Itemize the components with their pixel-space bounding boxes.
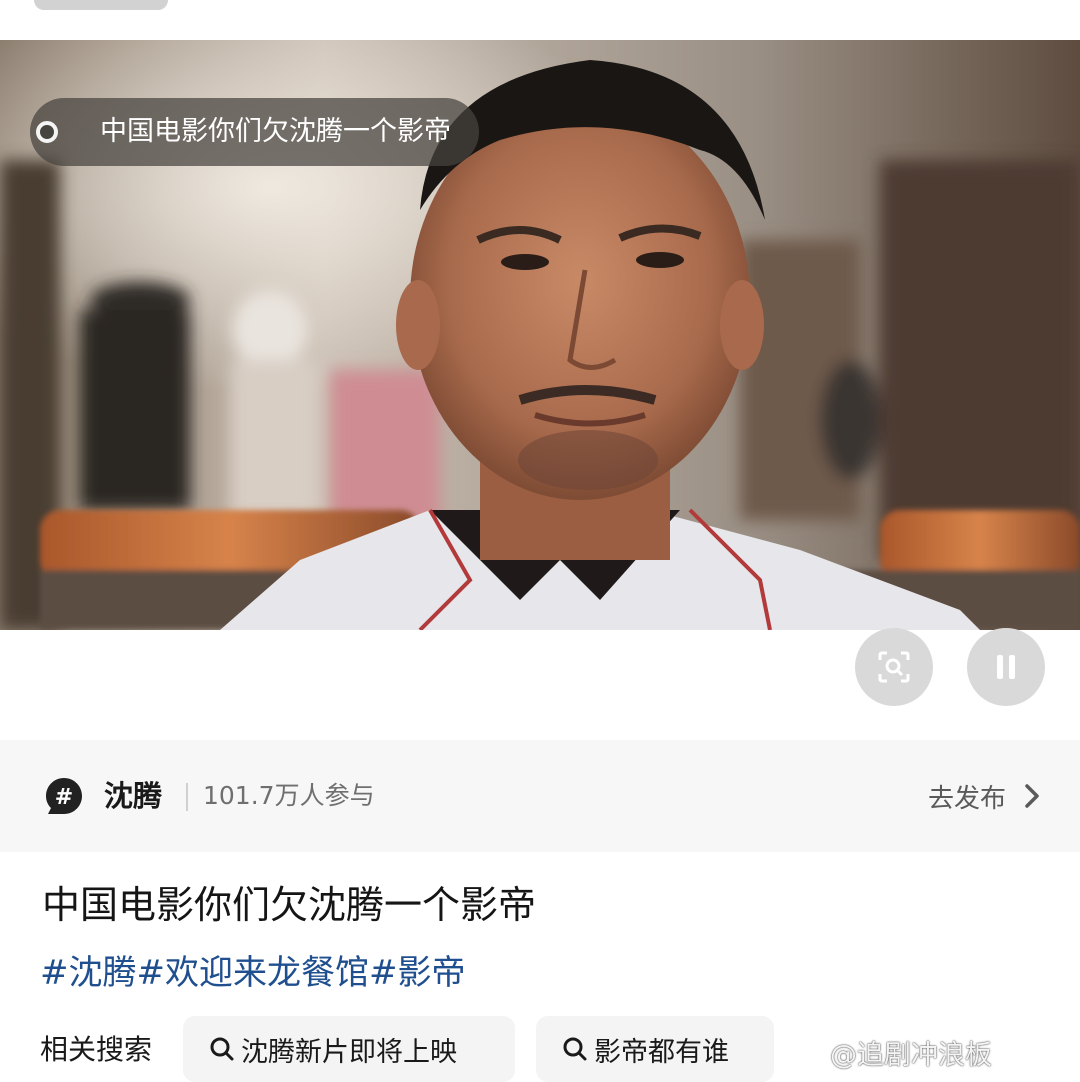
post-title: 中国电影你们欠沈腾一个影帝 <box>42 883 537 927</box>
search-icon <box>562 1036 588 1062</box>
hashtag-bubble-icon: # <box>46 778 82 814</box>
related-search-text: 影帝都有谁 <box>594 1036 729 1068</box>
video-player[interactable]: 中国电影你们欠沈腾一个影帝 <box>0 40 1080 630</box>
topic-participants: 101.7万人参与 <box>203 781 375 810</box>
record-dot-icon <box>36 121 58 143</box>
video-caption-chip[interactable]: 中国电影你们欠沈腾一个影帝 <box>30 98 479 166</box>
hashtag-list: #沈腾#欢迎来龙餐馆#影帝 <box>40 948 466 998</box>
pause-icon <box>997 655 1015 679</box>
topic-name[interactable]: 沈腾 <box>104 776 162 816</box>
related-search-text: 沈腾新片即将上映 <box>241 1036 457 1068</box>
related-search-chip[interactable]: 影帝都有谁 <box>536 1016 774 1082</box>
topic-divider <box>186 783 188 811</box>
hashtag-link[interactable]: #影帝 <box>369 953 466 993</box>
chevron-right-icon <box>1025 784 1039 808</box>
image-search-icon <box>878 651 910 683</box>
image-search-button[interactable] <box>855 628 933 706</box>
publish-label: 去发布 <box>927 783 1006 814</box>
publish-link[interactable]: 去发布 <box>928 776 1040 816</box>
hashtag-link[interactable]: #沈腾 <box>40 953 137 993</box>
video-caption-text: 中国电影你们欠沈腾一个影帝 <box>100 116 451 147</box>
hashtag-link[interactable]: #欢迎来龙餐馆 <box>137 953 370 993</box>
svg-text:#: # <box>55 785 73 810</box>
top-handle-pill <box>34 0 168 10</box>
watermark: @追剧冲浪板 <box>830 1040 992 1071</box>
search-icon <box>209 1036 235 1062</box>
topic-bar[interactable]: # 沈腾 101.7万人参与 去发布 <box>0 740 1080 852</box>
related-search-chip[interactable]: 沈腾新片即将上映 <box>183 1016 515 1082</box>
pause-button[interactable] <box>967 628 1045 706</box>
related-search-label: 相关搜索 <box>40 1033 153 1066</box>
